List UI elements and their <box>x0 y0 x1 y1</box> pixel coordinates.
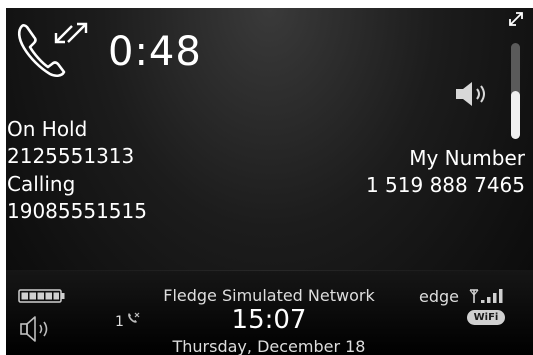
status-clock: 15:07 <box>231 305 307 335</box>
calling-label: Calling <box>7 172 76 196</box>
speaker-icon[interactable] <box>450 78 494 110</box>
missed-call-count: 1 <box>115 314 124 330</box>
missed-call-icon[interactable] <box>126 311 140 325</box>
status-bar-divider <box>6 270 533 271</box>
battery-icon <box>18 289 65 303</box>
wifi-badge: WiFi <box>467 310 505 325</box>
my-number-label: My Number <box>409 146 525 170</box>
call-timer: 0:48 <box>108 29 202 75</box>
phone-call-screen: 0:48 On Hold 2125551313 Calling 19085551… <box>6 8 533 355</box>
ringer-volume-icon[interactable] <box>19 312 55 346</box>
on-hold-number: 2125551313 <box>7 144 135 168</box>
call-volume-level <box>511 91 520 139</box>
calling-number: 19085551515 <box>7 199 147 223</box>
network-name: Fledge Simulated Network <box>163 286 375 305</box>
on-hold-label: On Hold <box>7 117 88 141</box>
expand-icon[interactable] <box>507 10 525 28</box>
screen: 0:48 On Hold 2125551313 Calling 19085551… <box>0 0 533 355</box>
signal-strength-icon <box>469 289 503 303</box>
phone-swap-icon[interactable] <box>14 20 94 80</box>
network-type: edge <box>419 287 459 306</box>
status-date: Thursday, December 18 <box>172 337 366 355</box>
my-number-value: 1 519 888 7465 <box>365 173 525 197</box>
